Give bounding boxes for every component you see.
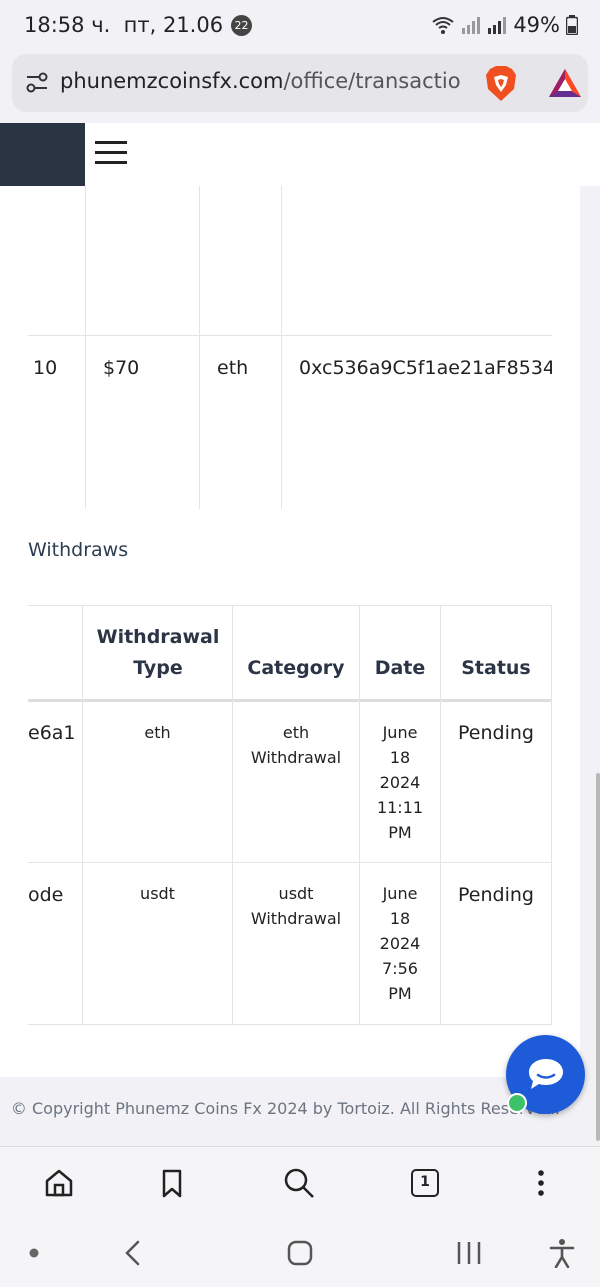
status-icons: 49%: [431, 13, 578, 37]
withdraw-address: ode: [28, 884, 64, 906]
col-header-category: Category: [247, 657, 345, 679]
search-icon[interactable]: [283, 1167, 315, 1199]
url-bar[interactable]: phunemzcoinsfx.com/office/transactio: [12, 54, 588, 112]
withdraw-date: June 18 2024 11:11 PM: [376, 723, 424, 842]
battery-percent: 49%: [513, 13, 560, 37]
status-time: 18:58 ч. пт, 21.06: [24, 13, 224, 37]
bat-rewards-icon[interactable]: [548, 68, 582, 98]
site-header: [0, 123, 600, 186]
status-bar: 18:58 ч. пт, 21.06 22 49%: [0, 0, 600, 52]
col-header-status: Status: [461, 657, 531, 679]
signal-icon: [462, 17, 481, 34]
wifi-icon: [432, 17, 454, 34]
accessibility-icon[interactable]: [548, 1238, 576, 1268]
browser-toolbar: 1: [0, 1146, 600, 1218]
chat-bubble-icon: [529, 1059, 563, 1089]
withdraw-type: usdt: [140, 884, 175, 903]
back-icon[interactable]: [122, 1239, 142, 1267]
menu-icon[interactable]: [95, 141, 127, 167]
brave-shields-icon[interactable]: [484, 65, 518, 102]
withdraw-status: Pending: [458, 884, 534, 906]
more-options-icon[interactable]: [525, 1167, 557, 1199]
footer-copyright: © Copyright Phunemz Coins Fx 2024 by Tor…: [10, 1099, 560, 1118]
withdraw-category: usdt Withdrawal: [250, 884, 342, 928]
col-header-withdrawal-type: Withdrawal Type: [96, 626, 220, 679]
home-icon[interactable]: [43, 1167, 75, 1199]
web-page: 10 $70 eth 0xc536a9C5f1ae21aF85349 Withd…: [0, 123, 600, 1145]
battery-icon: [566, 15, 578, 35]
withdraws-card: Withdraws Withdrawal Type Category Date …: [0, 509, 580, 1077]
withdraws-title: Withdraws: [28, 539, 129, 561]
home-nav-icon[interactable]: [287, 1240, 313, 1266]
signal-icon-2: [488, 17, 507, 34]
withdraw-category: eth Withdrawal: [250, 723, 342, 767]
tab-count-button[interactable]: 1: [411, 1169, 439, 1197]
url-text[interactable]: phunemzcoinsfx.com/office/transactio: [60, 69, 470, 93]
withdraw-type: eth: [144, 723, 171, 742]
deposit-amount: $70: [103, 357, 140, 379]
notification-count-badge: 22: [231, 15, 252, 36]
col-header-date: Date: [374, 657, 426, 679]
system-navigation-bar: [0, 1218, 600, 1287]
dot-icon: [29, 1248, 39, 1258]
site-settings-icon[interactable]: [26, 71, 48, 95]
online-status-dot: [507, 1093, 527, 1113]
withdraw-status: Pending: [458, 722, 534, 744]
deposit-method: eth: [217, 357, 249, 379]
site-logo-area: [0, 123, 85, 186]
bookmark-icon[interactable]: [156, 1167, 188, 1199]
deposit-wallet: 0xc536a9C5f1ae21aF85349: [299, 357, 552, 379]
deposit-id: 10: [33, 357, 58, 379]
withdraw-address: e6a1: [28, 722, 76, 744]
withdraw-date: June 18 2024 7:56 PM: [379, 884, 421, 1003]
vertical-scrollbar[interactable]: [596, 773, 600, 1141]
recent-apps-icon[interactable]: [455, 1240, 483, 1266]
